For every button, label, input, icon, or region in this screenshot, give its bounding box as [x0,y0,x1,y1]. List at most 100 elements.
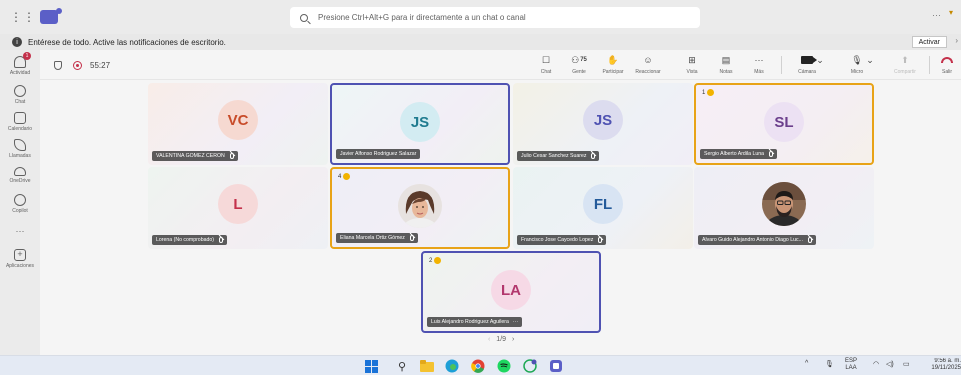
participant-avatar: FL [583,184,623,224]
chevron-up-icon[interactable]: ^ [805,360,808,367]
woman-photo-icon [398,184,442,228]
chat-icon [14,85,26,97]
activate-button[interactable]: Activar [911,36,947,48]
rail-item-more[interactable]: ··· [0,224,40,236]
prev-page-icon[interactable]: ‹ [488,336,490,343]
people-button[interactable]: ⚇ 75 Gente [562,54,596,76]
notes-button[interactable]: ▤ Notas [709,54,743,76]
notes-icon: ▤ [721,54,731,65]
ellipsis-icon: ··· [754,55,764,65]
more-icon: ··· [15,226,25,236]
toolbar-divider [781,56,782,74]
battery-icon[interactable]: ▭ [903,360,910,368]
search-icon[interactable]: ⚲ [395,359,409,373]
volume-icon[interactable]: ◁) [886,360,894,368]
calendar-icon [14,112,26,124]
rail-item-onedrive[interactable]: OneDrive [0,167,40,184]
participant-nametag: Eliana Marcela Ortiz Gómez [336,233,418,243]
participant-tile[interactable]: 1 SL Sergio Alberto Ardila Luna [694,83,874,165]
participant-nametag: Javier Alfonso Rodriguez Salazar [336,149,421,159]
mic-muted-icon [768,151,773,157]
participant-nametag: Alvaro Guido Alejandro Antonio Diago Luc… [698,235,816,245]
whatsapp-icon[interactable] [523,359,537,373]
recording-icon [73,61,82,70]
rail-item-copilot[interactable]: Copilot [0,194,40,214]
mic-muted-icon [229,153,234,159]
shield-icon [54,61,62,70]
leave-label: Salir [941,69,952,75]
camera-options-button[interactable]: ⌄ [814,54,826,66]
hang-up-icon [941,54,953,66]
raise-hand-button[interactable]: ✋ Participar [596,54,630,76]
chat-button[interactable]: ☐ Chat [529,54,563,76]
mic-label: Micro [850,69,864,75]
gallery-pager[interactable]: ‹ 1/9 › [488,336,514,343]
more-options-button[interactable]: ··· [932,10,941,20]
notification-banner: i Entérese de todo. Active las notificac… [0,34,961,50]
rail-item-apps[interactable]: + Aplicaciones [0,249,40,269]
hand-icon [707,89,715,96]
notes-label: Notas [719,69,733,75]
file-explorer-icon[interactable] [420,359,434,373]
view-label: Vista [686,69,698,75]
participant-tile[interactable]: JS Javier Alfonso Rodriguez Salazar [330,83,510,165]
mic-muted-icon [598,237,603,243]
camera-off-icon [801,54,817,66]
hand-icon [343,173,351,180]
participant-tile[interactable]: Alvaro Guido Alejandro Antonio Diago Luc… [694,167,874,249]
participant-tile[interactable]: 2 LA Luis Alejandro Rodriguez Aguilera ··… [421,251,601,333]
clock[interactable]: 9:56 a. m. 19/11/2025 [923,358,961,372]
leave-button[interactable]: Salir [930,54,961,75]
mic-tray-icon[interactable]: 🎙 [825,360,834,368]
title-bar: ⋮⋮⋮ Presione Ctrl+Alt+G para ir directam… [0,0,961,34]
spotify-icon[interactable] [497,359,511,373]
rail-label: Actividad [9,70,31,76]
participant-name: Lorena (No comprobado) [156,237,214,243]
next-page-icon[interactable]: › [512,336,514,343]
app-launcher-icon[interactable]: ⋮⋮⋮ [10,10,48,24]
participant-tile[interactable]: JS Julio Cesar Sanchez Suarez [513,83,693,165]
participant-tile[interactable]: 4 Eliana Marcela Ortiz Gómez [330,167,510,249]
rail-item-chat[interactable]: Chat [0,85,40,105]
keyboard-layout: LAA [845,365,857,371]
chat-label: Chat [540,69,552,75]
app-rail: 1 Actividad Chat Calendario Llamadas One… [0,50,40,355]
hand-order: 4 [338,173,342,180]
mic-options-button[interactable]: ⌄ [864,54,876,66]
more-button[interactable]: ··· Más [742,54,776,75]
camera-label: Cámara [798,69,816,75]
mic-muted-icon [218,237,223,243]
windows-start-icon[interactable] [364,359,378,373]
chevron-down-icon: ⌄ [866,54,874,65]
rail-item-activity[interactable]: 1 Actividad [0,52,40,76]
participant-avatar: SL [764,102,804,142]
search-bar[interactable]: Presione Ctrl+Alt+G para ir directamente… [290,7,700,28]
rail-item-calendar[interactable]: Calendario [0,112,40,132]
mic-muted-icon [807,237,812,243]
view-button[interactable]: ⊞ Vista [675,54,709,76]
participant-tile[interactable]: L Lorena (No comprobado) [148,167,328,249]
react-button[interactable]: ☺ Reaccionar [631,54,665,75]
wifi-icon[interactable]: ◠ [873,360,879,368]
rail-item-calls[interactable]: Llamadas [0,139,40,159]
profile-icon[interactable]: ▾ [949,8,957,17]
participant-avatar: JS [583,100,623,140]
more-icon: ··· [512,319,519,325]
chrome-browser-icon[interactable] [471,359,485,373]
windows-taskbar: ⚲ ^ 🎙 ESP LAA ◠ ◁) ▭ 9:56 a. m. 19/11/20… [0,355,961,375]
edge-browser-icon[interactable] [445,359,459,373]
meeting-stage: VC VALENTINA GOMEZ CERON JS Javier Alfon… [40,80,961,355]
rail-label: Aplicaciones [5,263,35,269]
rail-label: Llamadas [9,153,31,159]
close-icon[interactable]: › [955,36,958,45]
participant-nametag: Sergio Alberto Ardila Luna [700,149,777,159]
participant-photo [398,184,442,228]
people-count: 75 [580,57,587,63]
participant-photo [762,182,806,226]
teams-app-icon[interactable] [549,359,563,373]
language-indicator[interactable]: ESP LAA [845,358,857,372]
participant-tile[interactable]: VC VALENTINA GOMEZ CERON [148,83,328,165]
info-icon: i [12,37,22,47]
participant-tile[interactable]: FL Francisco Jose Caycedo Lopez [513,167,693,249]
share-button[interactable]: ⬆ Compartir [888,54,922,76]
